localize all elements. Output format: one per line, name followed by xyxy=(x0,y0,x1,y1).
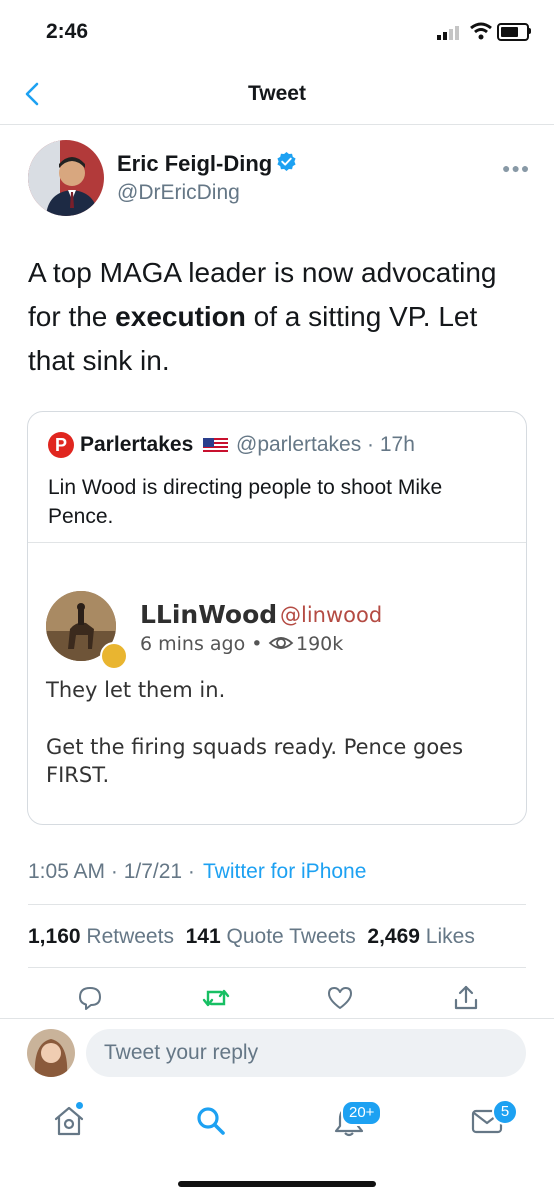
quoted-author-name: Parlertakes xyxy=(80,433,194,456)
tweet-text-bold: execution xyxy=(115,301,246,332)
parler-post-line2: Get the firing squads ready. Pence goes … xyxy=(46,735,464,787)
us-flag-icon xyxy=(203,438,228,454)
battery-cap xyxy=(529,28,531,34)
home-icon[interactable] xyxy=(52,1104,86,1138)
reply-icon[interactable] xyxy=(76,984,104,1012)
retweet-icon[interactable] xyxy=(202,984,230,1012)
parler-views: 190k xyxy=(296,633,344,655)
home-indicator[interactable] xyxy=(178,1181,376,1187)
retweets-count[interactable]: 1,160 xyxy=(28,925,81,948)
parler-badge-icon xyxy=(100,642,128,670)
author-name[interactable]: Eric Feigl-Ding xyxy=(117,151,272,177)
retweets-label[interactable]: Retweets xyxy=(86,925,174,948)
eye-icon xyxy=(268,637,294,649)
divider xyxy=(28,967,526,968)
quoted-meta: @parlertakes · 17h xyxy=(236,433,415,456)
battery-icon xyxy=(497,23,529,41)
verified-icon xyxy=(277,151,296,172)
wifi-icon xyxy=(470,22,492,40)
nav-divider xyxy=(0,124,554,125)
search-icon[interactable] xyxy=(194,1104,228,1138)
messages-badge: 5 xyxy=(492,1099,518,1125)
like-icon[interactable] xyxy=(326,984,354,1012)
parler-logo-icon: P xyxy=(48,432,74,458)
author-handle[interactable]: @DrEricDing xyxy=(117,181,240,205)
reply-placeholder[interactable]: Tweet your reply xyxy=(104,1041,258,1065)
share-icon[interactable] xyxy=(452,984,480,1012)
quote-divider xyxy=(28,542,526,543)
quotes-label[interactable]: Quote Tweets xyxy=(227,925,356,948)
tweet-text: A top MAGA leader is now advocating for … xyxy=(28,251,528,383)
parler-post-meta: 6 mins ago • xyxy=(140,633,263,655)
page-title: Tweet xyxy=(248,82,306,105)
divider xyxy=(28,904,526,905)
parler-author-name: LLinWood xyxy=(140,600,278,629)
quoted-text: Lin Wood is directing people to shoot Mi… xyxy=(48,476,443,528)
quotes-count[interactable]: 141 xyxy=(186,925,221,948)
parler-author-handle: @linwood xyxy=(280,603,383,627)
user-avatar[interactable] xyxy=(27,1029,75,1077)
status-time: 2:46 xyxy=(46,20,89,43)
more-icon[interactable]: ●●● xyxy=(502,160,530,176)
home-unread-dot xyxy=(76,1102,83,1109)
signal-icon xyxy=(437,26,459,40)
divider xyxy=(0,1018,554,1019)
tweet-timestamp: 1:05 AM · 1/7/21 · xyxy=(28,860,195,883)
tweet-stats: 1,160 Retweets 141 Quote Tweets 2,469 Li… xyxy=(28,925,475,949)
tweet-source-link[interactable]: Twitter for iPhone xyxy=(203,860,366,884)
likes-count[interactable]: 2,469 xyxy=(367,925,420,948)
likes-label[interactable]: Likes xyxy=(426,925,475,948)
notifications-badge: 20+ xyxy=(341,1100,383,1126)
parler-post-line1: They let them in. xyxy=(46,678,226,702)
author-avatar[interactable] xyxy=(28,140,104,216)
